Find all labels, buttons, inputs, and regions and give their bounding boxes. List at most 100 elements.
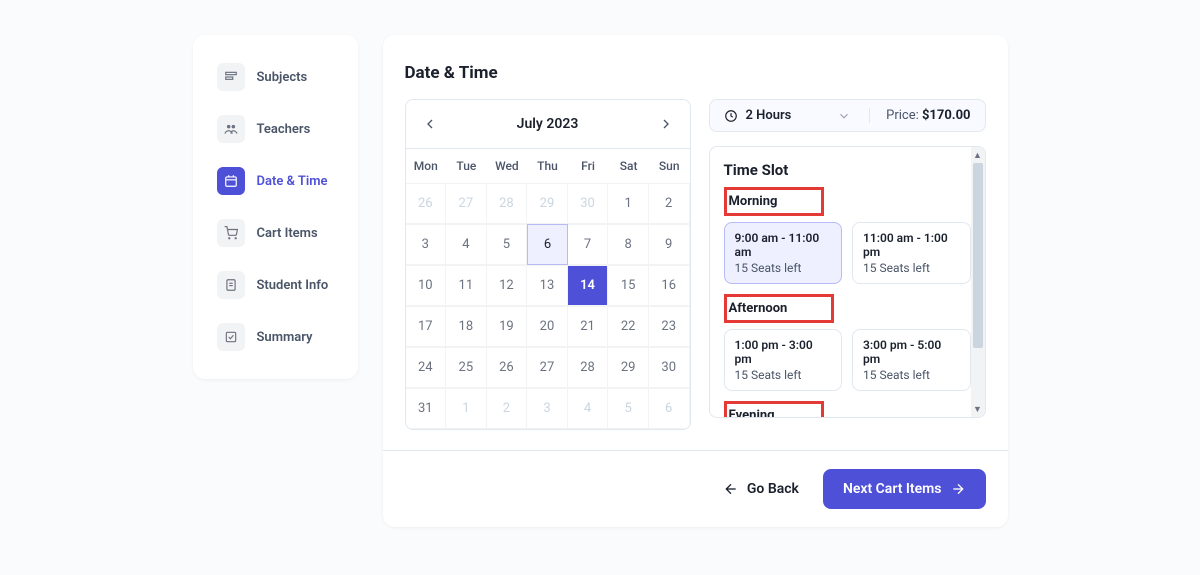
slot-section-title: Evening bbox=[724, 401, 824, 418]
calendar-dow: Mon bbox=[406, 149, 447, 183]
scroll-down-arrow[interactable]: ▼ bbox=[971, 401, 985, 417]
calendar-dow: Thu bbox=[527, 149, 568, 183]
footer: Go Back Next Cart Items bbox=[383, 450, 1008, 527]
slot-seats: 15 Seats left bbox=[863, 261, 960, 275]
calendar-day[interactable]: 15 bbox=[608, 265, 649, 306]
calendar-day[interactable]: 9 bbox=[649, 224, 690, 265]
sidebar-item-label: Student Info bbox=[257, 278, 329, 293]
slot-seats: 15 Seats left bbox=[735, 368, 832, 382]
calendar-dow: Fri bbox=[568, 149, 609, 183]
calendar-day[interactable]: 26 bbox=[406, 183, 447, 224]
calendar-day[interactable]: 28 bbox=[568, 347, 609, 388]
calendar-icon bbox=[217, 167, 245, 195]
timeslot-title: Time Slot bbox=[724, 161, 971, 179]
calendar-day[interactable]: 29 bbox=[608, 347, 649, 388]
calendar-day[interactable]: 10 bbox=[406, 265, 447, 306]
sidebar-item-summary[interactable]: Summary bbox=[209, 311, 342, 363]
calendar-day[interactable]: 14 bbox=[568, 265, 609, 306]
go-back-button[interactable]: Go Back bbox=[723, 481, 799, 497]
layers-icon bbox=[217, 63, 245, 91]
calendar-day[interactable]: 25 bbox=[446, 347, 487, 388]
calendar-day[interactable]: 30 bbox=[568, 183, 609, 224]
calendar-month-label: July 2023 bbox=[517, 116, 579, 132]
slot-time: 1:00 pm - 3:00 pm bbox=[735, 338, 832, 366]
calendar-day[interactable]: 3 bbox=[406, 224, 447, 265]
calendar-day[interactable]: 24 bbox=[406, 347, 447, 388]
sidebar-item-label: Summary bbox=[257, 330, 313, 345]
duration-label: 2 Hours bbox=[746, 108, 792, 123]
calendar-prev-button[interactable] bbox=[418, 112, 442, 136]
slot-section-title: Afternoon bbox=[724, 294, 835, 323]
sidebar-item-subjects[interactable]: Subjects bbox=[209, 51, 342, 103]
calendar-day[interactable]: 20 bbox=[527, 306, 568, 347]
arrow-left-icon bbox=[723, 481, 739, 497]
duration-selector[interactable]: 2 Hours Price: $170.00 bbox=[709, 99, 986, 132]
sidebar-item-student-info[interactable]: Student Info bbox=[209, 259, 342, 311]
calendar-day[interactable]: 8 bbox=[608, 224, 649, 265]
scrollbar[interactable]: ▲ ▼ bbox=[971, 147, 985, 417]
slot-seats: 15 Seats left bbox=[863, 368, 960, 382]
slot-seats: 15 Seats left bbox=[735, 261, 832, 275]
calendar-day[interactable]: 11 bbox=[446, 265, 487, 306]
slot-card[interactable]: 11:00 am - 1:00 pm15 Seats left bbox=[852, 222, 971, 284]
scrollbar-thumb[interactable] bbox=[973, 163, 983, 348]
sidebar-item-label: Subjects bbox=[257, 70, 308, 85]
calendar-dow: Wed bbox=[487, 149, 528, 183]
arrow-right-icon bbox=[950, 481, 966, 497]
calendar-day[interactable]: 27 bbox=[446, 183, 487, 224]
calendar-dow: Sun bbox=[649, 149, 690, 183]
sidebar-item-date-time[interactable]: Date & Time bbox=[209, 155, 342, 207]
next-button[interactable]: Next Cart Items bbox=[823, 469, 986, 509]
slot-card[interactable]: 9:00 am - 11:00 am 15 Seats left bbox=[724, 222, 843, 284]
page-title: Date & Time bbox=[405, 63, 986, 83]
calendar-day[interactable]: 16 bbox=[649, 265, 690, 306]
calendar-day[interactable]: 7 bbox=[568, 224, 609, 265]
calendar-day[interactable]: 5 bbox=[608, 388, 649, 429]
calendar-dow: Sat bbox=[608, 149, 649, 183]
slot-time: 3:00 pm - 5:00 pm bbox=[863, 338, 960, 366]
sidebar-item-label: Date & Time bbox=[257, 174, 328, 189]
sidebar-item-cart-items[interactable]: Cart Items bbox=[209, 207, 342, 259]
slot-section-title: Morning bbox=[724, 187, 825, 216]
next-button-label: Next Cart Items bbox=[843, 481, 942, 497]
calendar-day[interactable]: 3 bbox=[527, 388, 568, 429]
sidebar-item-label: Teachers bbox=[257, 122, 311, 137]
calendar-day[interactable]: 2 bbox=[487, 388, 528, 429]
calendar-day[interactable]: 22 bbox=[608, 306, 649, 347]
calendar-dow: Tue bbox=[446, 149, 487, 183]
main-panel: Date & Time July 2023 MonTueWedThuFriSat… bbox=[383, 35, 1008, 527]
slot-time: 9:00 am - 11:00 am bbox=[735, 231, 832, 259]
calendar-day[interactable]: 13 bbox=[527, 265, 568, 306]
calendar-day[interactable]: 26 bbox=[487, 347, 528, 388]
calendar-day[interactable]: 17 bbox=[406, 306, 447, 347]
calendar-day[interactable]: 27 bbox=[527, 347, 568, 388]
go-back-label: Go Back bbox=[747, 481, 799, 497]
calendar-day[interactable]: 4 bbox=[568, 388, 609, 429]
calendar-day[interactable]: 2 bbox=[649, 183, 690, 224]
calendar-day[interactable]: 4 bbox=[446, 224, 487, 265]
calendar-day[interactable]: 19 bbox=[487, 306, 528, 347]
cart-icon bbox=[217, 219, 245, 247]
sidebar-item-label: Cart Items bbox=[257, 226, 318, 241]
calendar-day[interactable]: 5 bbox=[487, 224, 528, 265]
calendar-day[interactable]: 23 bbox=[649, 306, 690, 347]
slot-card[interactable]: 1:00 pm - 3:00 pm 15 Seats left bbox=[724, 329, 843, 391]
scroll-up-arrow[interactable]: ▲ bbox=[971, 147, 985, 163]
calendar-day[interactable]: 31 bbox=[406, 388, 447, 429]
calendar-day[interactable]: 29 bbox=[527, 183, 568, 224]
sidebar-item-teachers[interactable]: Teachers bbox=[209, 103, 342, 155]
calendar-day[interactable]: 6 bbox=[649, 388, 690, 429]
calendar-next-button[interactable] bbox=[654, 112, 678, 136]
calendar-day[interactable]: 1 bbox=[608, 183, 649, 224]
calendar-day[interactable]: 28 bbox=[487, 183, 528, 224]
users-icon bbox=[217, 115, 245, 143]
doc-icon bbox=[217, 271, 245, 299]
calendar-day[interactable]: 18 bbox=[446, 306, 487, 347]
slot-card[interactable]: 3:00 pm - 5:00 pm 15 Seats left bbox=[852, 329, 971, 391]
calendar-day[interactable]: 21 bbox=[568, 306, 609, 347]
calendar-day[interactable]: 1 bbox=[446, 388, 487, 429]
calendar-day[interactable]: 12 bbox=[487, 265, 528, 306]
calendar-day[interactable]: 30 bbox=[649, 347, 690, 388]
calendar-day[interactable]: 6 bbox=[527, 224, 568, 265]
price-display: Price: $170.00 bbox=[869, 108, 970, 123]
